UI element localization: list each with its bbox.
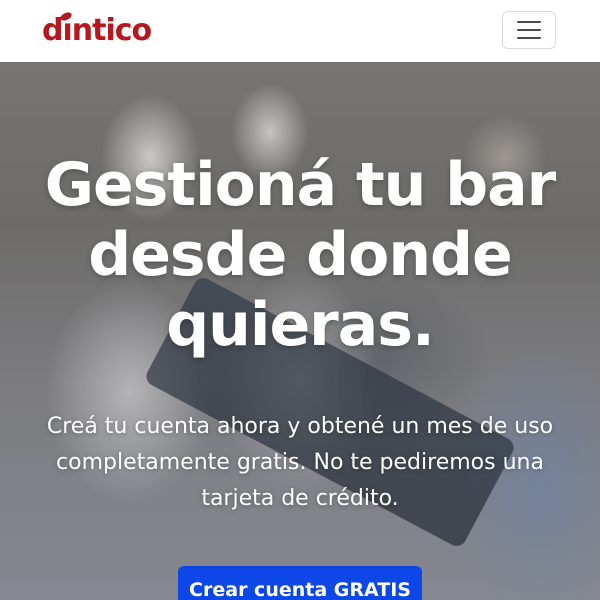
hamburger-menu-icon-line [517,37,541,39]
hero-headline: Gestioná tu bar desde donde quieras. [44,150,557,360]
menu-toggle-button[interactable] [502,11,556,49]
hero-section: Gestioná tu bar desde donde quieras. Cre… [0,62,600,600]
navbar: dıntico [0,0,600,62]
hamburger-menu-icon-line [517,29,541,31]
brand-logo[interactable]: dıntico [42,10,152,51]
hamburger-menu-icon [517,21,541,23]
logo-text: dıntico [42,13,152,48]
create-account-button[interactable]: Crear cuenta GRATIS [178,566,422,600]
hero-subtext: Creá tu cuenta ahora y obtené un mes de … [46,414,554,511]
